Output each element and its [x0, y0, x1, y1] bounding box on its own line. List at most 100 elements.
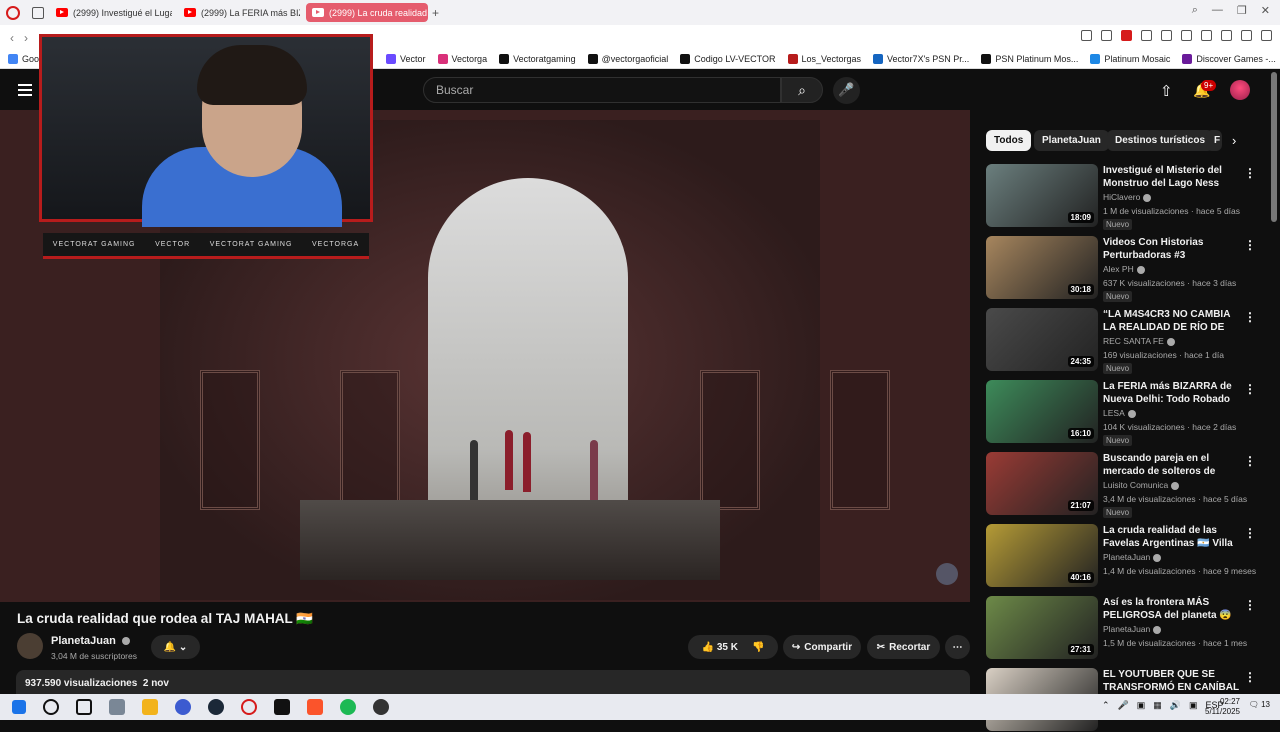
more-options-icon[interactable]: ⋮ — [1244, 382, 1256, 396]
video-title[interactable]: La cruda realidad de las Favelas Argenti… — [1103, 524, 1243, 550]
channel-name[interactable]: PlanetaJuan — [51, 635, 130, 647]
chevron-up-icon[interactable]: ⌃ — [1102, 700, 1110, 711]
more-actions-button[interactable]: ⋯ — [945, 635, 970, 659]
clock[interactable]: 02:27 5/11/2025 — [1205, 697, 1240, 717]
search-icon[interactable] — [43, 699, 59, 715]
steam-icon[interactable] — [208, 699, 224, 715]
recommended-video[interactable]: 40:16 La cruda realidad de las Favelas Ar… — [986, 524, 1266, 588]
search-tabs-icon[interactable]: ⌕ — [1192, 4, 1198, 17]
chip-planetajuan[interactable]: PlanetaJuan — [1034, 130, 1109, 151]
recommended-video[interactable]: 16:10 La FERIA más BIZARRA de Nueva Delhi… — [986, 380, 1266, 446]
search-button[interactable]: ⌕ — [781, 77, 823, 103]
opera-menu-icon[interactable] — [6, 5, 20, 20]
opera-icon[interactable] — [241, 699, 257, 715]
extension-icon[interactable] — [1081, 30, 1092, 41]
recommended-video[interactable]: 21:07 Buscando pareja en el mercado de so… — [986, 452, 1266, 518]
microphone-icon[interactable]: 🎤 — [1118, 700, 1129, 711]
scrollbar[interactable] — [1271, 72, 1277, 222]
upload-icon[interactable]: ⇧ — [1160, 82, 1173, 100]
windows-start-icon[interactable] — [12, 700, 26, 714]
video-thumbnail[interactable]: 27:31 — [986, 596, 1098, 659]
more-options-icon[interactable]: ⋮ — [1244, 598, 1256, 612]
account-avatar[interactable] — [1230, 80, 1250, 100]
channel-watermark[interactable] — [936, 563, 958, 585]
browser-tab-2[interactable]: (2999) La FERIA más BIZARRA — [178, 3, 300, 22]
bookmark-item[interactable]: Los_Vectorgas — [787, 54, 861, 64]
channel-name[interactable]: Luisito Comunica — [1103, 480, 1180, 490]
extension-icon[interactable] — [1181, 30, 1192, 41]
subscription-bell-button[interactable]: 🔔 ⌄ — [151, 635, 200, 659]
more-options-icon[interactable]: ⋮ — [1244, 670, 1256, 684]
channel-name[interactable]: Alex PH — [1103, 264, 1145, 274]
new-tab-icon[interactable]: + — [432, 6, 439, 20]
extension-icon[interactable] — [1121, 30, 1132, 41]
task-view-icon[interactable] — [76, 699, 92, 715]
brave-icon[interactable] — [307, 699, 323, 715]
video-thumbnail[interactable]: 24:35 — [986, 308, 1098, 371]
bookmark-item[interactable]: @vectorgaoficial — [587, 54, 668, 64]
bookmark-item[interactable]: Vectoratgaming — [499, 54, 576, 64]
spotify-icon[interactable] — [340, 699, 356, 715]
search-input[interactable]: Buscar — [423, 77, 781, 103]
video-title[interactable]: “LA M4S4CR3 NO CAMBIA LA REALIDAD DE RÍO… — [1103, 308, 1243, 334]
recommended-video[interactable]: 18:09 Investigué el Misterio del Monstruo… — [986, 164, 1266, 230]
bookmark-item[interactable]: Vector — [386, 54, 426, 64]
video-thumbnail[interactable]: 21:07 — [986, 452, 1098, 515]
app-icon[interactable] — [109, 699, 125, 715]
video-thumbnail[interactable]: 30:18 — [986, 236, 1098, 299]
recommended-video[interactable]: 24:35 “LA M4S4CR3 NO CAMBIA LA REALIDAD D… — [986, 308, 1266, 374]
recommended-video[interactable]: 27:31 Así es la frontera MÁS PELIGROSA de… — [986, 596, 1266, 660]
download-icon[interactable] — [1241, 30, 1252, 41]
bookmark-item[interactable]: Platinum Mosaic — [1090, 54, 1170, 64]
more-options-icon[interactable]: ⋮ — [1244, 238, 1256, 252]
video-thumbnail[interactable]: 40:16 — [986, 524, 1098, 587]
tab-menu-icon[interactable] — [32, 6, 44, 19]
video-title[interactable]: Investigué el Misterio del Monstruo del … — [1103, 164, 1243, 190]
chip-more[interactable]: F — [1206, 130, 1222, 151]
extension-icon[interactable] — [1141, 30, 1152, 41]
app-icon[interactable] — [175, 699, 191, 715]
video-title[interactable]: Así es la frontera MÁS PELIGROSA del pla… — [1103, 596, 1243, 622]
channel-name[interactable]: REC SANTA FE — [1103, 336, 1175, 346]
hamburger-menu-icon[interactable] — [18, 84, 32, 96]
channel-name[interactable]: LESA — [1103, 408, 1136, 418]
extension-icon[interactable] — [1101, 30, 1112, 41]
extension-icon[interactable] — [1221, 30, 1232, 41]
like-button[interactable]: 👍 35 K — [702, 642, 738, 653]
app-icon[interactable] — [373, 699, 389, 715]
tray-app-icon[interactable]: ▣ — [1189, 700, 1198, 711]
volume-icon[interactable]: 🔊 — [1170, 700, 1181, 711]
bookmark-item[interactable]: Vector7X's PSN Pr... — [873, 54, 969, 64]
video-thumbnail[interactable]: 18:09 — [986, 164, 1098, 227]
channel-name[interactable]: PlanetaJuan — [1103, 624, 1162, 634]
forward-icon[interactable]: › — [24, 31, 28, 45]
channel-name[interactable]: PlanetaJuan — [1103, 552, 1162, 562]
file-explorer-icon[interactable] — [142, 699, 158, 715]
video-title[interactable]: EL YOUTUBER QUE SE TRANSFORMÓ EN CANÍBAL… — [1103, 668, 1243, 694]
more-options-icon[interactable]: ⋮ — [1244, 310, 1256, 324]
bookmark-item[interactable]: Codigo LV-VECTOR — [680, 54, 776, 64]
extension-icon[interactable] — [1201, 30, 1212, 41]
bookmark-item[interactable]: Discover Games -... — [1182, 54, 1276, 64]
back-icon[interactable]: ‹ — [10, 31, 14, 45]
microphone-icon[interactable]: 🎤 — [833, 77, 860, 104]
video-thumbnail[interactable]: 16:10 — [986, 380, 1098, 443]
menu-icon[interactable] — [1261, 30, 1272, 41]
bookmark-item[interactable]: Vectorga — [437, 54, 487, 64]
dislike-button[interactable]: 👎 — [752, 642, 764, 653]
maximize-icon[interactable]: ❐ — [1237, 4, 1247, 17]
chip-todos[interactable]: Todos — [986, 130, 1032, 151]
network-icon[interactable]: ▦ — [1153, 700, 1162, 711]
chevron-right-icon[interactable]: › — [1232, 133, 1236, 148]
notification-center[interactable]: 🗨 13 — [1249, 700, 1270, 709]
clip-button[interactable]: ✂ Recortar — [867, 635, 940, 659]
share-button[interactable]: ↪ Compartir — [783, 635, 861, 659]
channel-avatar[interactable] — [17, 633, 43, 659]
video-title[interactable]: Buscando pareja en el mercado de soltero… — [1103, 452, 1243, 478]
browser-tab-1[interactable]: (2999) Investigué el Lugar — [50, 3, 172, 22]
chip-destinos-turisticos[interactable]: Destinos turísticos — [1107, 130, 1214, 151]
bookmark-item[interactable]: PSN Platinum Mos... — [981, 54, 1078, 64]
channel-name[interactable]: HiClavero — [1103, 192, 1152, 202]
close-icon[interactable]: ✕ — [1261, 4, 1270, 17]
recommended-video[interactable]: 30:18 Videos Con Historias Perturbadoras … — [986, 236, 1266, 302]
